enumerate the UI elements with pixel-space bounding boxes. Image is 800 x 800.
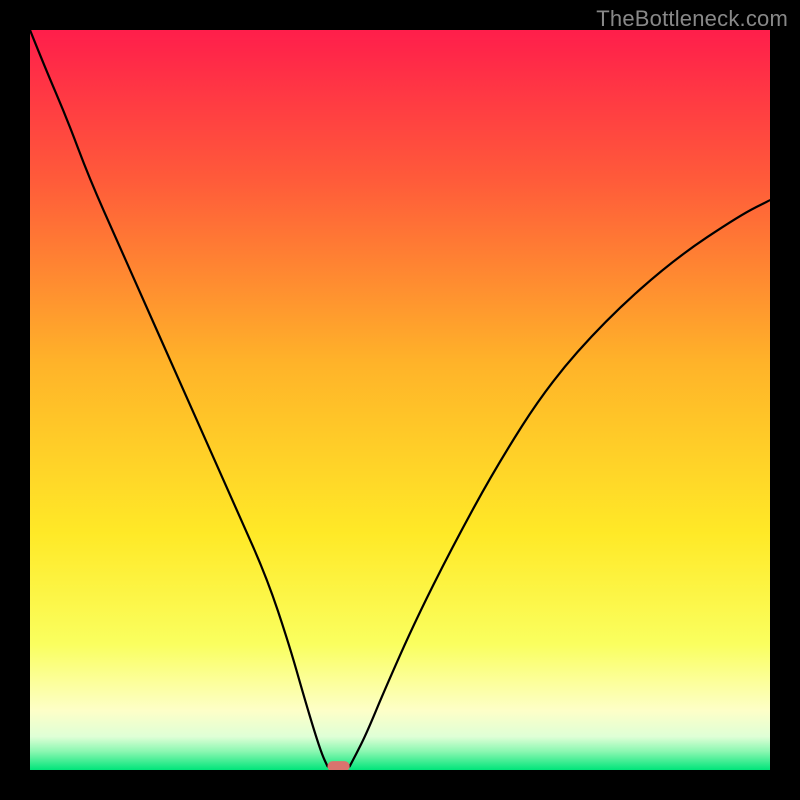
bottleneck-chart <box>30 30 770 770</box>
chart-frame: TheBottleneck.com <box>0 0 800 800</box>
plot-area <box>30 30 770 770</box>
bottleneck-marker <box>327 761 349 770</box>
gradient-background <box>30 30 770 770</box>
watermark-text: TheBottleneck.com <box>596 6 788 32</box>
